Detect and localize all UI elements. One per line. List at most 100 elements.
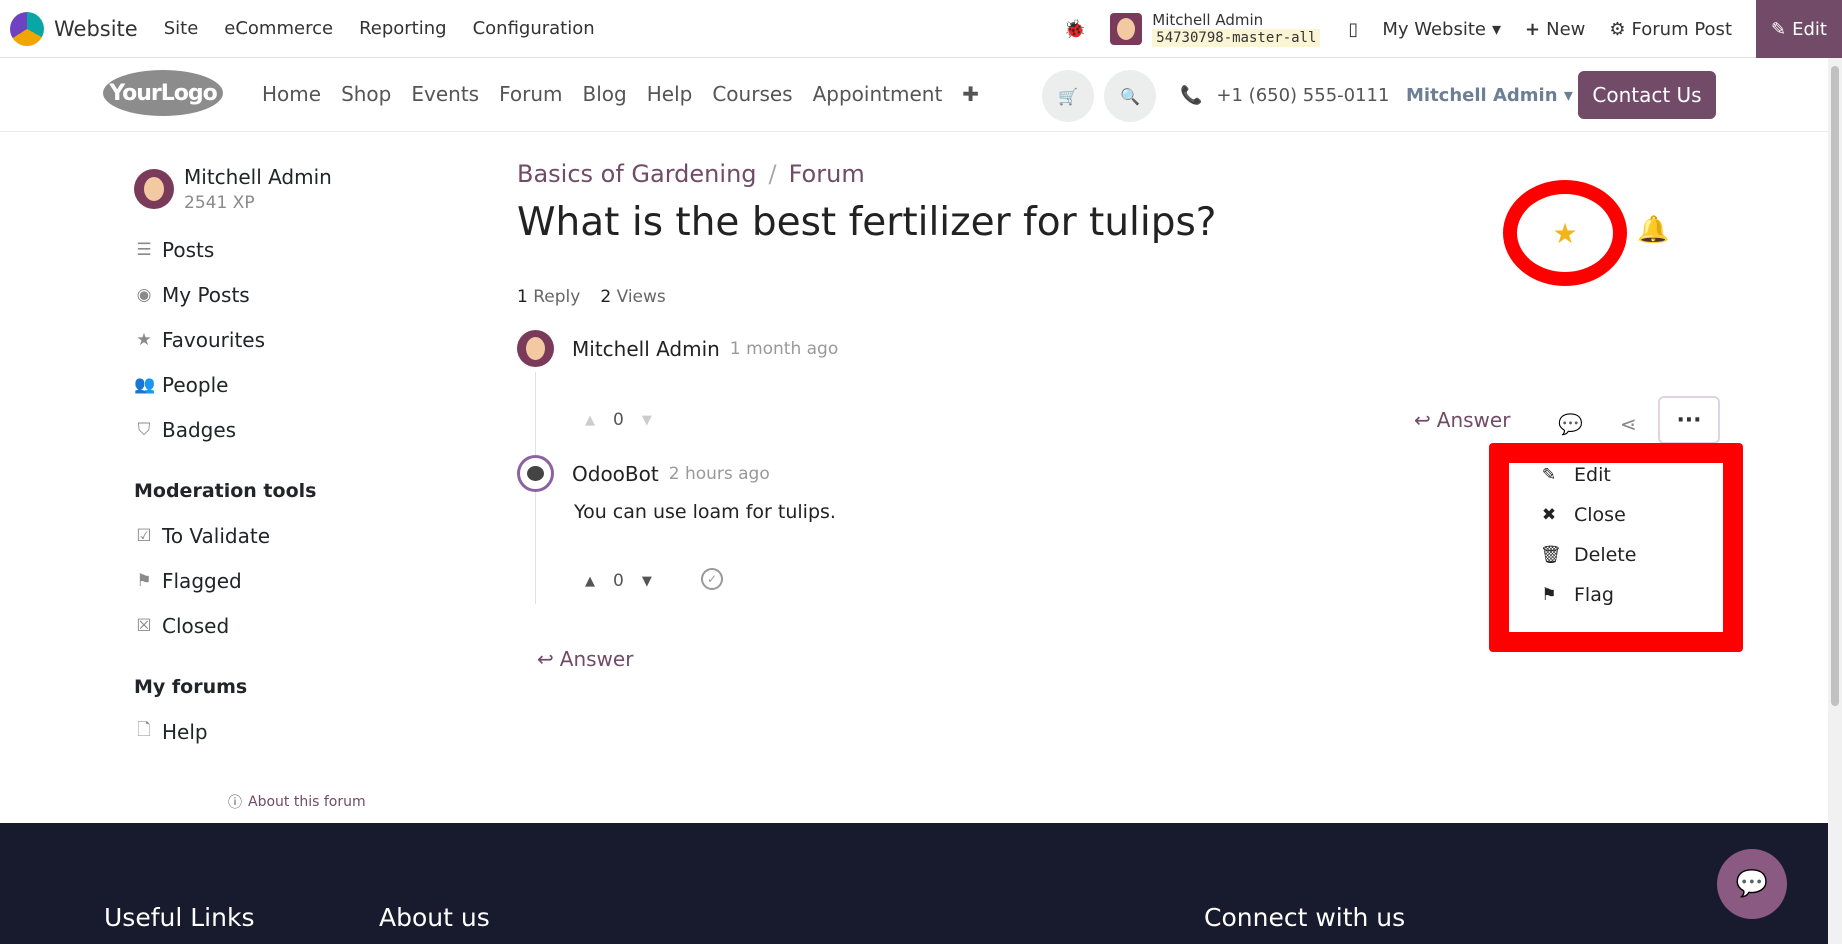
search-button[interactable]: 🔍 [1104, 70, 1156, 122]
site-user-dropdown[interactable]: Mitchell Admin ▾ [1406, 85, 1573, 106]
nav-home[interactable]: Home [262, 82, 321, 106]
menu-configuration[interactable]: Configuration [473, 18, 595, 39]
app-brand[interactable]: Website [10, 11, 138, 46]
my-website-dropdown[interactable]: My Website ▾ [1382, 19, 1501, 40]
sidebar-item-people[interactable]: 👥 People [134, 362, 434, 407]
dropdown-close[interactable]: ✖ Close [1518, 495, 1718, 535]
forum-post-settings[interactable]: ⚙ Forum Post [1609, 19, 1732, 40]
site-footer: Useful Links About us Connect with us [0, 823, 1828, 944]
reply-author-avatar[interactable] [517, 455, 554, 492]
dropdown-edit[interactable]: ✎ Edit [1518, 455, 1718, 495]
site-logo[interactable]: YourLogo [103, 70, 223, 116]
downvote-icon[interactable]: ▼ [642, 413, 652, 428]
footer-about-us: About us [379, 903, 490, 932]
admin-user-box[interactable]: Mitchell Admin 54730798-master-all [1110, 11, 1321, 47]
plus-icon: + [1525, 18, 1541, 40]
accept-answer-icon[interactable]: ✓ [701, 568, 723, 590]
reply-count: 1 [517, 287, 528, 307]
nav-help[interactable]: Help [647, 82, 693, 106]
nav-shop[interactable]: Shop [341, 82, 391, 106]
info-icon: ⓘ [228, 795, 242, 811]
site-nav: Home Shop Events Forum Blog Help Courses… [262, 82, 979, 106]
menu-site[interactable]: Site [164, 18, 199, 39]
scrollbar-thumb[interactable] [1831, 66, 1839, 706]
sidebar-user[interactable]: Mitchell Admin 2541 XP [134, 165, 434, 213]
ellipsis-icon: ··· [1676, 407, 1702, 433]
phone-link[interactable]: 📞 +1 (650) 555-0111 [1180, 85, 1389, 106]
live-chat-button[interactable]: 💬 [1717, 849, 1787, 919]
nav-events[interactable]: Events [411, 82, 479, 106]
follow-bell-icon[interactable]: 🔔 [1637, 215, 1669, 245]
sidebar-item-flagged[interactable]: ⚑ Flagged [134, 558, 434, 603]
menu-ecommerce[interactable]: eCommerce [224, 18, 333, 39]
caret-down-icon: ▾ [1492, 18, 1502, 40]
gear-icon: ⚙ [1609, 18, 1626, 40]
favourite-highlight: ★ [1503, 180, 1627, 286]
post-vote: ▲ 0 ▼ [585, 410, 652, 430]
add-menu-plus-icon[interactable]: ✚ [962, 82, 979, 106]
debug-icon[interactable]: 🐞 [1064, 19, 1086, 40]
bottom-answer-button[interactable]: ↩ Answer [537, 647, 633, 671]
downvote-icon[interactable]: ▼ [642, 574, 652, 589]
nav-blog[interactable]: Blog [583, 82, 627, 106]
new-button[interactable]: + New [1525, 19, 1585, 40]
nav-appointment[interactable]: Appointment [813, 82, 943, 106]
database-name: 54730798-master-all [1152, 29, 1321, 47]
sidebar-item-label: Favourites [162, 327, 266, 352]
search-icon: 🔍 [1120, 86, 1140, 106]
reply-author-name[interactable]: OdooBot [572, 462, 659, 486]
menu-reporting[interactable]: Reporting [359, 18, 447, 39]
sidebar-item-my-posts[interactable]: ◉ My Posts [134, 272, 434, 317]
users-icon: 👥 [134, 374, 156, 395]
favourite-star-icon[interactable]: ★ [1552, 217, 1577, 250]
upvote-icon[interactable]: ▲ [585, 413, 595, 428]
sidebar-item-closed[interactable]: ☒ Closed [134, 603, 434, 648]
post-timestamp: 1 month ago [729, 338, 839, 359]
edit-label: Edit [1792, 18, 1827, 40]
nav-courses[interactable]: Courses [712, 82, 792, 106]
dropdown-delete[interactable]: 🗑 Delete [1518, 535, 1718, 575]
sidebar-item-label: People [162, 372, 229, 397]
cart-button[interactable]: 🛒 [1042, 70, 1094, 122]
dropdown-flag[interactable]: ⚑ Flag [1518, 575, 1718, 615]
view-count: 2 [600, 287, 612, 307]
nav-forum[interactable]: Forum [499, 82, 562, 106]
sidebar-item-posts[interactable]: ☰ Posts [134, 227, 434, 272]
post-author-name[interactable]: Mitchell Admin [572, 337, 720, 361]
sidebar-item-favourites[interactable]: ★ Favourites [134, 317, 434, 362]
sidebar-item-badges[interactable]: ⛉ Badges [134, 407, 434, 452]
footer-useful-links: Useful Links [104, 903, 255, 932]
post-author-row: Mitchell Admin 1 month ago [517, 330, 838, 367]
reply-body: You can use loam for tulips. [574, 501, 836, 523]
breadcrumb-forum-name[interactable]: Basics of Gardening [517, 160, 757, 188]
edit-button[interactable]: ✎ Edit [1756, 0, 1842, 58]
shield-icon: ⛉ [137, 419, 151, 440]
upvote-icon[interactable]: ▲ [585, 574, 595, 589]
star-icon: ★ [136, 329, 152, 350]
caret-down-icon: ▾ [1563, 85, 1573, 106]
share-icon[interactable]: ⋖ [1620, 412, 1637, 436]
flag-icon: ⚑ [136, 570, 152, 591]
more-actions-button[interactable]: ··· [1658, 396, 1720, 444]
user-circle-icon: ◉ [136, 284, 152, 305]
new-label: New [1546, 18, 1586, 40]
phone-number: +1 (650) 555-0111 [1216, 85, 1390, 106]
reply-label: Reply [533, 287, 581, 307]
sidebar-item-help-forum[interactable]: 🗋 Help [134, 709, 434, 754]
contact-us-button[interactable]: Contact Us [1578, 71, 1716, 119]
post-title: What is the best fertilizer for tulips? [517, 200, 1217, 245]
file-icon: 🗋 [137, 720, 151, 740]
check-square-icon: ☑ [136, 525, 152, 546]
page-scrollbar[interactable] [1828, 58, 1842, 944]
about-forum-link[interactable]: ⓘ About this forum [228, 792, 366, 812]
reply-vote: ▲ 0 ▼ [585, 571, 652, 591]
sidebar-avatar [134, 169, 174, 209]
sidebar-item-to-validate[interactable]: ☑ To Validate [134, 513, 434, 558]
post-author-avatar[interactable] [517, 330, 554, 367]
forum-post-label: Forum Post [1631, 18, 1732, 40]
answer-button[interactable]: ↩ Answer [1414, 408, 1510, 432]
breadcrumb-forum[interactable]: Forum [789, 160, 865, 188]
comment-icon[interactable]: 💬 [1558, 412, 1583, 436]
about-forum-label: About this forum [248, 794, 366, 810]
mobile-preview-icon[interactable]: ▯ [1348, 19, 1358, 40]
